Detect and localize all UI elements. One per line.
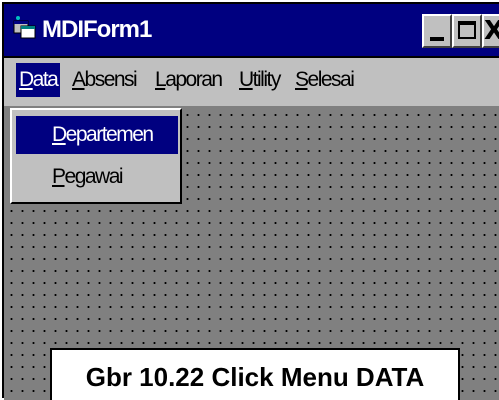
close-icon: X bbox=[484, 16, 499, 46]
departemen-rest: epartemen bbox=[65, 123, 154, 146]
minimize-icon bbox=[430, 37, 444, 41]
menu-data-rest: ata bbox=[32, 68, 59, 91]
window-title: MDIForm1 bbox=[42, 16, 152, 43]
mdi-app-icon[interactable] bbox=[12, 15, 38, 41]
title-bar[interactable]: MDIForm1 X bbox=[4, 4, 499, 58]
menu-utility-rest: tility bbox=[252, 68, 282, 91]
minimize-button[interactable] bbox=[422, 14, 452, 48]
maximize-button[interactable] bbox=[452, 14, 482, 48]
menu-item-departemen[interactable]: Departemen bbox=[16, 116, 178, 154]
pegawai-accel: P bbox=[52, 165, 66, 188]
close-button[interactable]: X bbox=[482, 14, 499, 48]
menu-data-accel: D bbox=[19, 68, 34, 91]
menu-laporan[interactable]: Laporan bbox=[152, 63, 225, 97]
menu-item-pegawai[interactable]: Pegawai bbox=[16, 158, 178, 196]
mdi-window: MDIForm1 X Data Absensi Laporan Utility … bbox=[2, 2, 499, 400]
menu-absensi[interactable]: Absensi bbox=[69, 63, 139, 97]
menu-laporan-accel: L bbox=[155, 68, 167, 91]
menu-selesai-rest: elesai bbox=[307, 68, 355, 91]
pegawai-rest: egawai bbox=[64, 165, 124, 188]
menu-absensi-accel: A bbox=[72, 68, 86, 91]
menu-utility-accel: U bbox=[239, 68, 254, 91]
menu-data[interactable]: Data bbox=[16, 63, 61, 97]
menu-utility[interactable]: Utility bbox=[236, 63, 283, 97]
maximize-icon bbox=[458, 21, 476, 39]
figure-caption: Gbr 10.22 Click Menu DATA bbox=[85, 362, 425, 392]
data-dropdown-menu: Departemen Pegawai bbox=[10, 108, 182, 204]
menu-selesai[interactable]: Selesai bbox=[292, 63, 356, 97]
menu-laporan-rest: aporan bbox=[165, 68, 223, 91]
menu-selesai-accel: S bbox=[295, 68, 309, 91]
menu-absensi-rest: bsensi bbox=[84, 68, 138, 91]
departemen-accel: D bbox=[52, 123, 67, 146]
figure-caption-box: Gbr 10.22 Click Menu DATA bbox=[50, 348, 460, 400]
menu-bar: Data Absensi Laporan Utility Selesai bbox=[4, 58, 499, 106]
